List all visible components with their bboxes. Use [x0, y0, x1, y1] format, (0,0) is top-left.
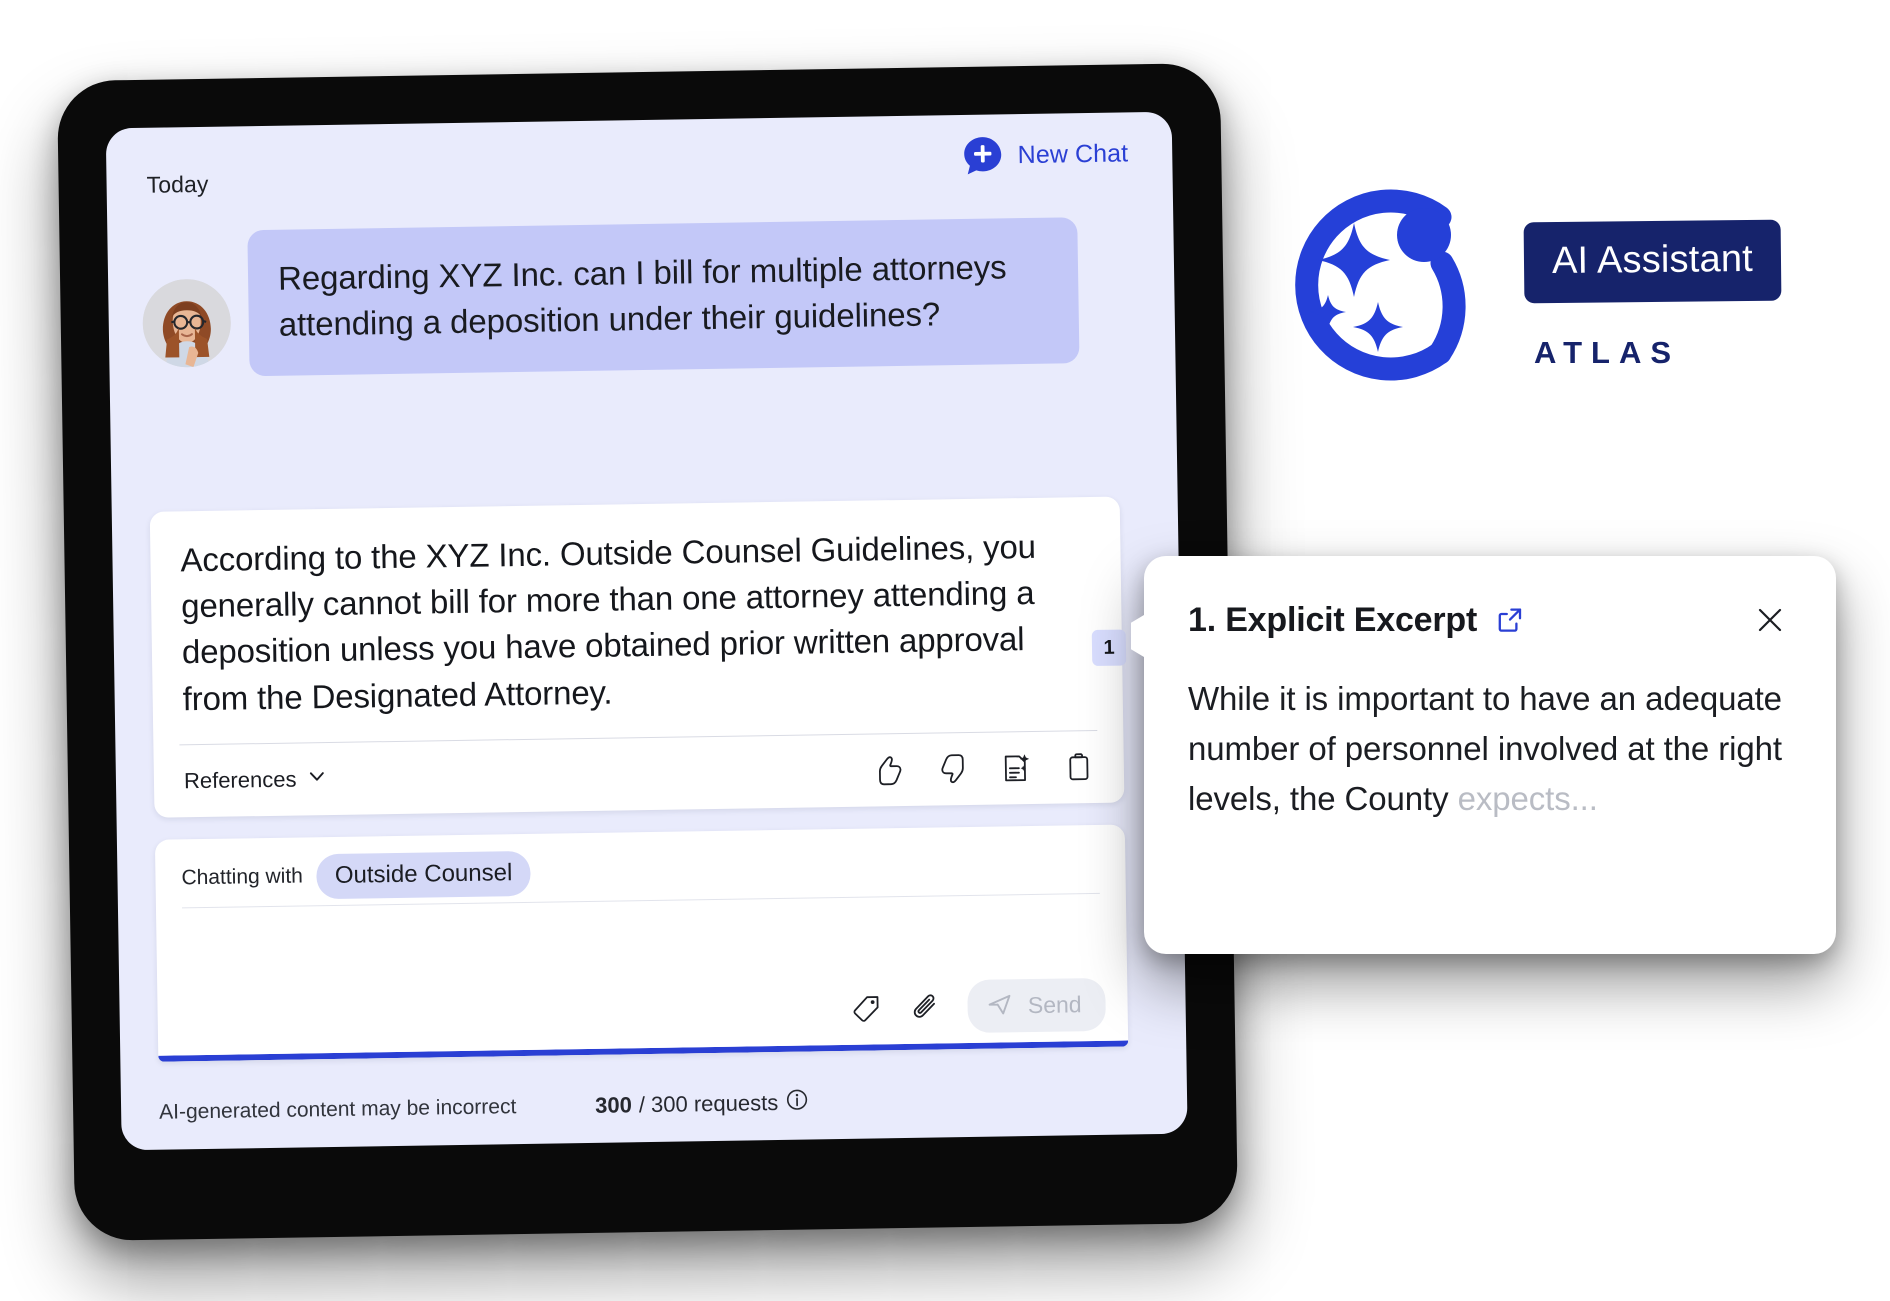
summarize-icon[interactable] [997, 749, 1036, 788]
excerpt-header: 1. Explicit Excerpt [1188, 594, 1792, 646]
user-avatar [142, 278, 232, 368]
ai-assistant-badge-label: AI Assistant [1551, 237, 1754, 283]
thumbs-down-icon[interactable] [934, 750, 973, 789]
citation-badge-1[interactable]: 1 [1091, 629, 1127, 666]
send-label: Send [1027, 991, 1082, 1019]
chatting-with-label: Chatting with [181, 864, 304, 890]
external-link-icon[interactable] [1493, 603, 1527, 637]
message-input[interactable] [155, 893, 1128, 991]
ai-assistant-badge: AI Assistant [1523, 219, 1782, 304]
atlas-sparkle-logo-icon [1272, 175, 1492, 395]
user-message-row: Regarding XYZ Inc. can I bill for multip… [141, 216, 1143, 378]
thumbs-up-icon[interactable] [871, 751, 910, 790]
assistant-answer-card: According to the XYZ Inc. Outside Counse… [149, 496, 1127, 818]
excerpt-title: 1. Explicit Excerpt [1188, 600, 1478, 639]
new-chat-button[interactable]: New Chat [953, 126, 1136, 184]
requests-used: 300 [594, 1092, 633, 1118]
paperclip-icon[interactable] [908, 988, 947, 1027]
info-icon[interactable] [785, 1088, 809, 1118]
request-counter: 300 / 300 requests [595, 1088, 810, 1121]
chat-footer: AI-generated content may be incorrect 30… [121, 1067, 1188, 1144]
new-chat-bubble-plus-icon [961, 134, 1005, 178]
close-icon[interactable] [1748, 598, 1792, 642]
feedback-action-icons [871, 748, 1099, 790]
references-label: References [183, 766, 297, 794]
excerpt-body: While it is important to have an adequat… [1188, 674, 1792, 824]
excerpt-popup-card: 1. Explicit Excerpt While it is importan… [1131, 556, 1836, 954]
assistant-answer-text: According to the XYZ Inc. Outside Counse… [180, 527, 1037, 717]
new-chat-label: New Chat [1017, 139, 1129, 170]
composer-toolbar: Send [847, 977, 1107, 1035]
assistant-answer-text-wrap: According to the XYZ Inc. Outside Counse… [150, 497, 1127, 745]
tablet-screen: Today New Chat Regarding XYZ Inc. can I … [105, 111, 1188, 1151]
answer-action-bar: References [153, 730, 1124, 817]
message-composer: Chatting with Outside Counsel Send [154, 824, 1129, 1062]
brand-block: AI Assistant ATLAS [1272, 175, 1852, 395]
day-divider-label: Today [146, 170, 209, 198]
tag-icon[interactable] [848, 989, 887, 1028]
send-button[interactable]: Send [967, 977, 1107, 1034]
chat-scope-row: Chatting with Outside Counsel [155, 825, 1126, 902]
chevron-down-icon [305, 765, 327, 793]
send-plane-icon [986, 989, 1017, 1022]
atlas-wordmark: ATLAS [1534, 335, 1681, 370]
scope-pill-outside-counsel[interactable]: Outside Counsel [316, 850, 531, 899]
copy-icon[interactable] [1060, 748, 1099, 787]
tablet-device-frame: Today New Chat Regarding XYZ Inc. can I … [56, 62, 1239, 1242]
references-toggle-button[interactable]: References [182, 761, 330, 799]
requests-total-label: / 300 requests [638, 1090, 779, 1118]
excerpt-body-truncated: expects... [1457, 780, 1598, 818]
chat-header: Today New Chat [106, 112, 1173, 221]
ai-disclaimer-text: AI-generated content may be incorrect [158, 1095, 517, 1124]
user-message-bubble: Regarding XYZ Inc. can I bill for multip… [247, 217, 1080, 377]
screenshot-canvas: Today New Chat Regarding XYZ Inc. can I … [0, 0, 1890, 1301]
